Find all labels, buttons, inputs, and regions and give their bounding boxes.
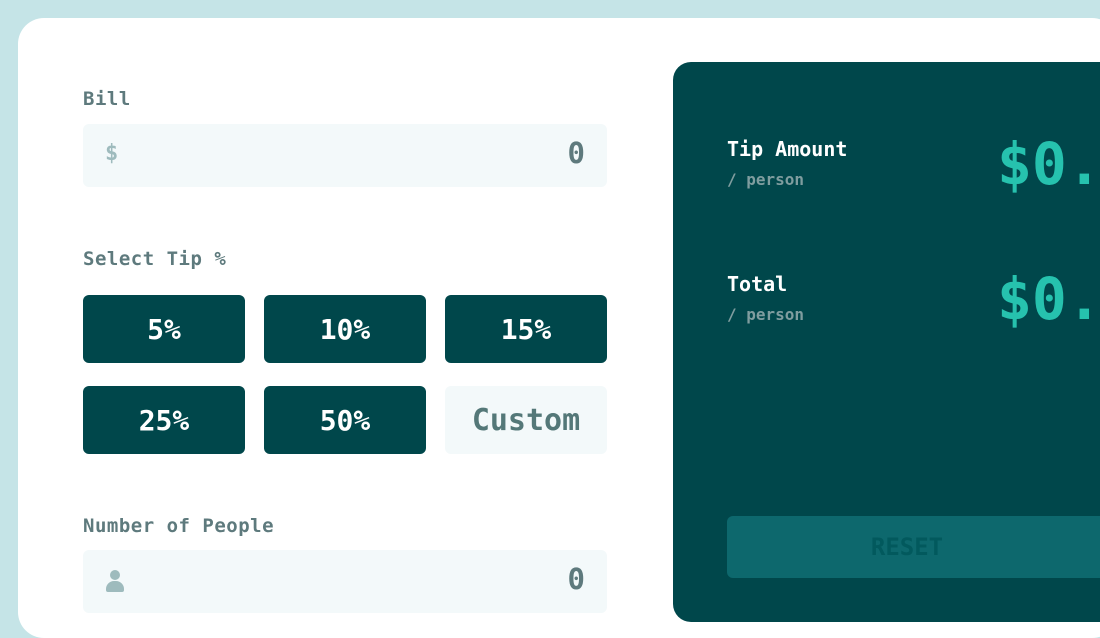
tip-amount-label: Tip Amount: [727, 137, 848, 161]
tip-50-button[interactable]: 50%: [264, 386, 426, 454]
people-input[interactable]: 0: [83, 550, 607, 613]
result-panel: Tip Amount / person $0. Total / person $…: [673, 62, 1100, 622]
bill-label: Bill: [83, 88, 131, 110]
reset-button[interactable]: RESET: [727, 516, 1100, 578]
tip-25-button[interactable]: 25%: [83, 386, 245, 454]
people-value: 0: [567, 562, 585, 596]
total-value: $0.: [997, 265, 1100, 333]
tip-label: Select Tip %: [83, 248, 227, 270]
tip-amount-value: $0.: [997, 130, 1100, 198]
tip-15-button[interactable]: 15%: [445, 295, 607, 363]
people-label: Number of People: [83, 515, 275, 537]
total-per-person: / person: [727, 305, 805, 324]
tip-amount-per-person: / person: [727, 170, 805, 189]
tip-10-button[interactable]: 10%: [264, 295, 426, 363]
person-icon: [105, 570, 125, 592]
tip-5-button[interactable]: 5%: [83, 295, 245, 363]
custom-tip-input[interactable]: Custom: [445, 386, 607, 454]
total-label: Total: [727, 272, 788, 296]
bill-input[interactable]: $ 0: [83, 124, 607, 187]
dollar-icon: $: [105, 141, 119, 166]
calculator-card: Bill $ 0 Select Tip % 5% 10% 15% 25% 50%…: [18, 18, 1100, 638]
bill-value: 0: [567, 136, 585, 170]
